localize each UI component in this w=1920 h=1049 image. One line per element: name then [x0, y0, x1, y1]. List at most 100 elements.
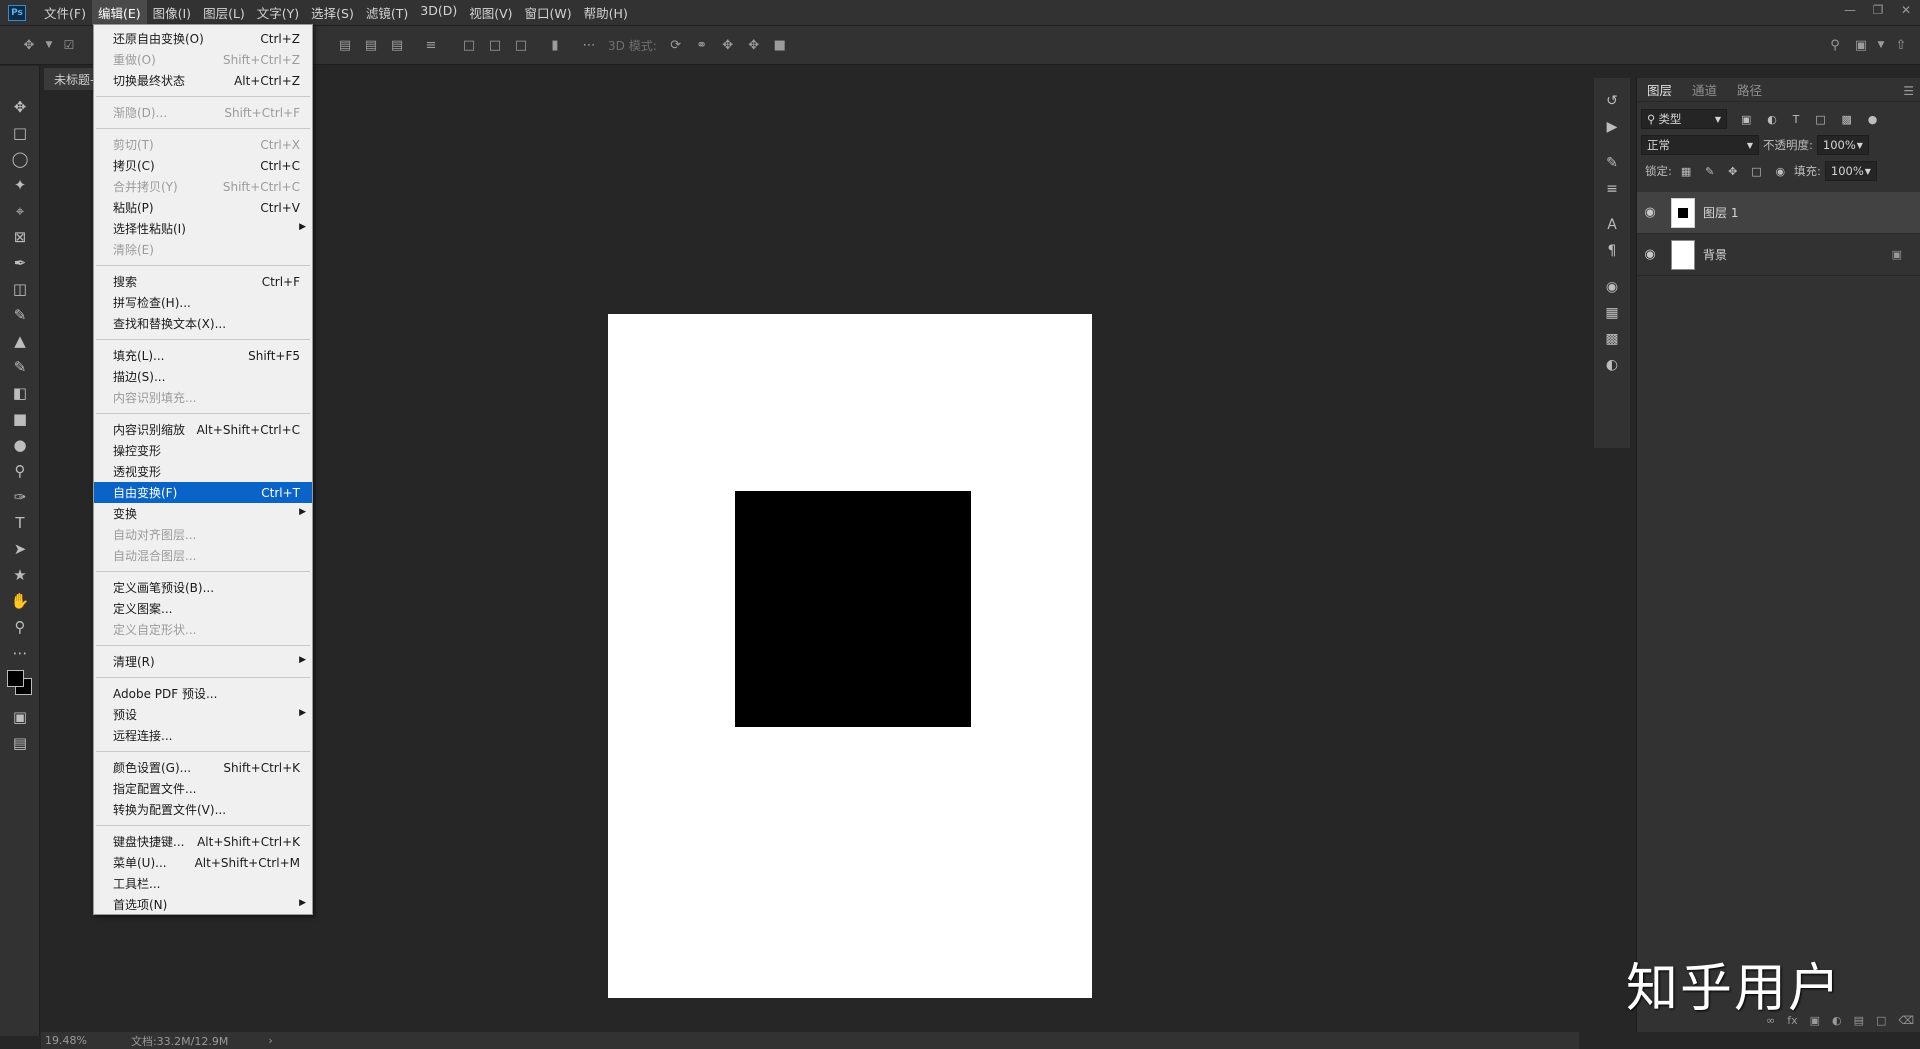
more-options-icon[interactable]: ⋯	[578, 34, 600, 56]
history-brush-tool-icon[interactable]: ✎	[0, 354, 40, 380]
pixel-filter-icon[interactable]: ▣	[1741, 113, 1751, 126]
type-filter-icon[interactable]: T	[1793, 113, 1800, 126]
brush-tool-icon[interactable]: ✎	[0, 302, 40, 328]
character-icon[interactable]: A	[1594, 212, 1630, 238]
delete-layer-icon[interactable]: ⌫	[1898, 1014, 1914, 1027]
lock-transparent-icon[interactable]: ▦	[1681, 165, 1691, 178]
menu-item[interactable]: 图层(L)	[197, 0, 251, 25]
menu-item[interactable]: 选择(S)	[305, 0, 360, 25]
menu-item[interactable]: 文字(Y)	[251, 0, 305, 25]
search-icon[interactable]: ⚲	[1824, 34, 1846, 56]
crop-tool-icon[interactable]: ⌖	[0, 198, 40, 224]
lock-all-icon[interactable]: ◉	[1775, 165, 1785, 178]
fill-input[interactable]: 100% ▼	[1824, 161, 1877, 181]
panel-menu-icon[interactable]: ☰	[1903, 84, 1914, 98]
black-square-layer[interactable]	[735, 491, 971, 727]
color-swatches[interactable]	[0, 666, 40, 704]
eraser-tool-icon[interactable]: ◧	[0, 380, 40, 406]
edit-menu-item[interactable]: 转换为配置文件(V)...	[94, 799, 312, 820]
more-tools-icon[interactable]: ⋯	[0, 640, 40, 666]
align-bottom-icon[interactable]: □	[510, 34, 532, 56]
lock-position-icon[interactable]: ✥	[1728, 165, 1737, 178]
menu-item[interactable]: 编辑(E)	[91, 0, 147, 25]
healing-brush-tool-icon[interactable]: ◫	[0, 276, 40, 302]
edit-menu-item[interactable]: 切换最终状态 Alt+Ctrl+Z	[94, 70, 312, 91]
document-canvas[interactable]	[608, 314, 1092, 998]
adjustment-filter-icon[interactable]: ◐	[1767, 113, 1777, 126]
history-icon[interactable]: ↺	[1594, 88, 1630, 114]
edit-menu-item[interactable]: 定义画笔预设(B)...	[94, 577, 312, 598]
edit-menu-item[interactable]: 拼写检查(H)...	[94, 292, 312, 313]
edit-menu-item[interactable]: 键盘快捷键... Alt+Shift+Ctrl+K	[94, 831, 312, 852]
close-icon[interactable]: ✕	[1892, 0, 1920, 20]
layer-row[interactable]: ◉ 背景 ▣	[1637, 234, 1920, 276]
edit-menu-item[interactable]: 透视变形	[94, 461, 312, 482]
eye-visibility-icon[interactable]: ◉	[1637, 247, 1663, 262]
align-right-icon[interactable]: ▤	[386, 34, 408, 56]
3d-scale-icon[interactable]: ■	[769, 34, 791, 56]
type-tool-icon[interactable]: T	[0, 510, 40, 536]
swatches-grid-icon[interactable]: ▦	[1594, 300, 1630, 326]
edit-menu-item[interactable]: 预设 ▶	[94, 704, 312, 725]
move-tool-icon[interactable]: ✥	[0, 94, 40, 120]
edit-menu-item[interactable]: 工具栏...	[94, 873, 312, 894]
opacity-input[interactable]: 100% ▼	[1816, 135, 1869, 155]
gradient-tool-icon[interactable]: ■	[0, 406, 40, 432]
panel-tab[interactable]: 通道	[1682, 78, 1727, 102]
magic-wand-tool-icon[interactable]: ✦	[0, 172, 40, 198]
edit-menu-item[interactable]: 指定配置文件...	[94, 778, 312, 799]
distribute-icon[interactable]: ≡	[420, 34, 442, 56]
lock-image-icon[interactable]: ✎	[1705, 165, 1714, 178]
restore-icon[interactable]: ❐	[1864, 0, 1892, 20]
shape-filter-icon[interactable]: □	[1815, 113, 1825, 126]
eyedropper-tool-icon[interactable]: ✒	[0, 250, 40, 276]
chevron-down-icon[interactable]: ▼	[1876, 34, 1886, 56]
align-left-icon[interactable]: ▤	[334, 34, 356, 56]
stamp-tool-icon[interactable]: ▲	[0, 328, 40, 354]
blend-mode-select[interactable]: 正常 ▼	[1641, 135, 1759, 155]
filter-toggle-icon[interactable]: ●	[1868, 113, 1878, 126]
3d-pan-icon[interactable]: ✥	[717, 34, 739, 56]
blur-tool-icon[interactable]: ●	[0, 432, 40, 458]
zoom-tool-icon[interactable]: ⚲	[0, 614, 40, 640]
shape-tool-icon[interactable]: ★	[0, 562, 40, 588]
screen-mode-icon[interactable]: ▤	[0, 730, 40, 756]
edit-menu-item[interactable]: 远程连接...	[94, 725, 312, 746]
edit-menu-item[interactable]: Adobe PDF 预设...	[94, 683, 312, 704]
edit-menu-item[interactable]: 描边(S)...	[94, 366, 312, 387]
edit-menu-item[interactable]: 变换 ▶	[94, 503, 312, 524]
edit-menu-item[interactable]: 菜单(U)... Alt+Shift+Ctrl+M	[94, 852, 312, 873]
edit-menu-item[interactable]: 定义图案...	[94, 598, 312, 619]
panel-tab[interactable]: 图层	[1637, 78, 1682, 102]
workspace-icon[interactable]: ▣	[1850, 34, 1872, 56]
marquee-tool-icon[interactable]: □	[0, 120, 40, 146]
dodge-tool-icon[interactable]: ⚲	[0, 458, 40, 484]
pen-tool-icon[interactable]: ✑	[0, 484, 40, 510]
foreground-color-swatch[interactable]	[7, 670, 24, 687]
menu-item[interactable]: 窗口(W)	[519, 0, 578, 25]
minimize-icon[interactable]: —	[1836, 0, 1864, 20]
quick-mask-icon[interactable]: ▣	[0, 704, 40, 730]
hand-tool-icon[interactable]: ✋	[0, 588, 40, 614]
brush-settings-icon[interactable]: ✎	[1594, 150, 1630, 176]
lock-artboard-icon[interactable]: □	[1751, 165, 1761, 178]
edit-menu-item[interactable]: 首选项(N) ▶	[94, 894, 312, 915]
paragraph-icon[interactable]: ¶	[1594, 238, 1630, 264]
menu-item[interactable]: 帮助(H)	[578, 0, 634, 25]
menu-item[interactable]: 图像(I)	[147, 0, 197, 25]
auto-select-checkbox[interactable]: ☑	[58, 34, 80, 56]
new-group-icon[interactable]: ▤	[1854, 1014, 1864, 1027]
eye-visibility-icon[interactable]: ◉	[1637, 205, 1663, 220]
edit-menu-item[interactable]: 填充(L)... Shift+F5	[94, 345, 312, 366]
chevron-down-icon[interactable]: ▼	[44, 34, 54, 56]
adjustments-icon[interactable]: ◐	[1594, 352, 1630, 378]
filter-kind-select[interactable]: ⚲ 类型 ▼	[1641, 109, 1727, 129]
edit-menu-item[interactable]: 内容识别缩放 Alt+Shift+Ctrl+C	[94, 419, 312, 440]
edit-menu-item[interactable]: 拷贝(C) Ctrl+C	[94, 155, 312, 176]
3d-orbit-icon[interactable]: ⟳	[665, 34, 687, 56]
panel-tab[interactable]: 路径	[1727, 78, 1772, 102]
path-selection-tool-icon[interactable]: ➤	[0, 536, 40, 562]
distribute-vertical-icon[interactable]: ▮	[544, 34, 566, 56]
frame-tool-icon[interactable]: ⊠	[0, 224, 40, 250]
move-tool-icon[interactable]: ✥	[18, 34, 40, 56]
